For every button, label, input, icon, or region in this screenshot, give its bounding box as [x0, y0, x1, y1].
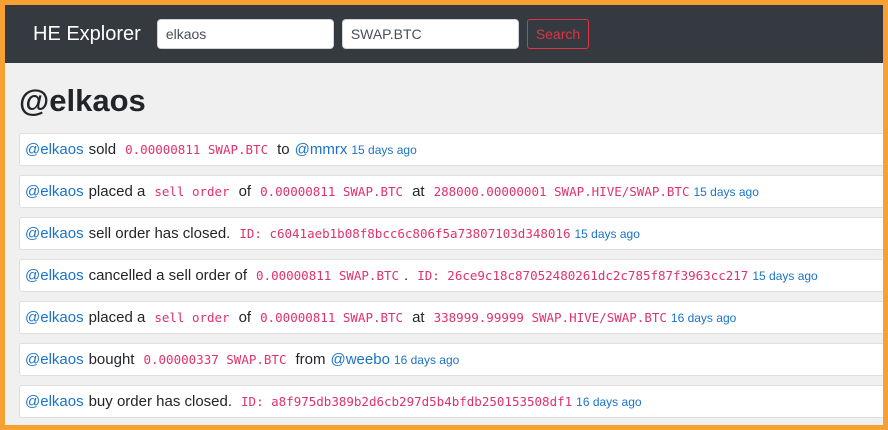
- activity-text: of: [238, 183, 252, 200]
- amount-code: 0.00000811 SWAP.BTC: [125, 142, 269, 157]
- counterparty-link[interactable]: @mmrx: [295, 141, 348, 158]
- activity-text: sell order has closed.: [88, 225, 231, 242]
- timestamp: 15 days ago: [752, 268, 818, 283]
- order-type-code: sell order: [154, 310, 230, 325]
- user-link[interactable]: @elkaos: [25, 183, 84, 200]
- activity-text: sold: [88, 141, 117, 158]
- activity-item: @elkaos buy order has closed. ID: a8f975…: [19, 385, 883, 418]
- order-id-code: ID: a8f975db389b2d6cb297d5b4bfdb25015350…: [241, 394, 573, 409]
- price-code: 288000.00000001 SWAP.HIVE/SWAP.BTC: [433, 184, 690, 199]
- activity-text: placed a: [88, 309, 146, 326]
- activity-item: @elkaos placed a sell order of 0.0000081…: [19, 175, 883, 208]
- activity-item: @elkaos bought 0.00000337 SWAP.BTC from …: [19, 343, 883, 376]
- symbol-input[interactable]: [341, 19, 519, 49]
- timestamp: 15 days ago: [574, 226, 640, 241]
- activity-text: from: [295, 351, 326, 368]
- timestamp: 16 days ago: [670, 310, 737, 325]
- user-link[interactable]: @elkaos: [25, 267, 84, 284]
- timestamp: 16 days ago: [576, 394, 642, 409]
- activity-item: @elkaos placed a sell order of 0.0000081…: [19, 301, 883, 334]
- user-link[interactable]: @elkaos: [25, 309, 84, 326]
- amount-code: 0.00000811 SWAP.BTC: [260, 310, 404, 325]
- activity-item: @elkaos cancelled a sell order of 0.0000…: [19, 259, 883, 292]
- activity-text: to: [277, 141, 290, 158]
- main-content: @elkaos @elkaos sold 0.00000811 SWAP.BTC…: [5, 81, 883, 425]
- user-link[interactable]: @elkaos: [25, 141, 84, 158]
- activity-list: @elkaos sold 0.00000811 SWAP.BTC to @mmr…: [19, 133, 883, 425]
- activity-text: buy order has closed.: [88, 393, 233, 410]
- activity-item: @elkaos sold 0.00000811 SWAP.BTC to @mmr…: [19, 133, 883, 166]
- app-frame: HE Explorer Search @elkaos @elkaos sold …: [5, 5, 883, 425]
- timestamp: 15 days ago: [693, 184, 759, 199]
- activity-text: cancelled a sell order of: [88, 267, 248, 284]
- activity-text: of: [238, 309, 252, 326]
- timestamp: 15 days ago: [351, 142, 417, 157]
- amount-code: 0.00000337 SWAP.BTC: [143, 352, 287, 367]
- account-input[interactable]: [156, 19, 334, 49]
- price-code: 338999.99999 SWAP.HIVE/SWAP.BTC: [433, 310, 667, 325]
- user-link[interactable]: @elkaos: [25, 225, 84, 242]
- order-id-code: ID: 26ce9c18c87052480261dc2c785f87f3963c…: [417, 268, 749, 283]
- activity-text: at: [412, 183, 425, 200]
- amount-code: 0.00000811 SWAP.BTC: [260, 184, 404, 199]
- page-title: @elkaos: [19, 83, 146, 118]
- amount-code: 0.00000811 SWAP.BTC: [256, 268, 400, 283]
- counterparty-link[interactable]: @weebo: [330, 351, 389, 368]
- user-link[interactable]: @elkaos: [25, 393, 84, 410]
- search-button[interactable]: Search: [526, 19, 590, 49]
- activity-text: placed a: [88, 183, 146, 200]
- top-navbar: HE Explorer Search: [5, 5, 883, 63]
- activity-text: at: [412, 309, 425, 326]
- activity-text: .: [404, 267, 409, 284]
- timestamp: 16 days ago: [393, 352, 460, 367]
- activity-item: @elkaos sell order has closed. ID: c6041…: [19, 217, 883, 250]
- activity-text: bought: [88, 351, 135, 368]
- user-link[interactable]: @elkaos: [25, 351, 84, 368]
- order-type-code: sell order: [154, 184, 230, 199]
- order-id-code: ID: c6041aeb1b08f8bcc6c806f5a73807103d34…: [239, 226, 571, 241]
- brand-logo[interactable]: HE Explorer: [33, 23, 141, 46]
